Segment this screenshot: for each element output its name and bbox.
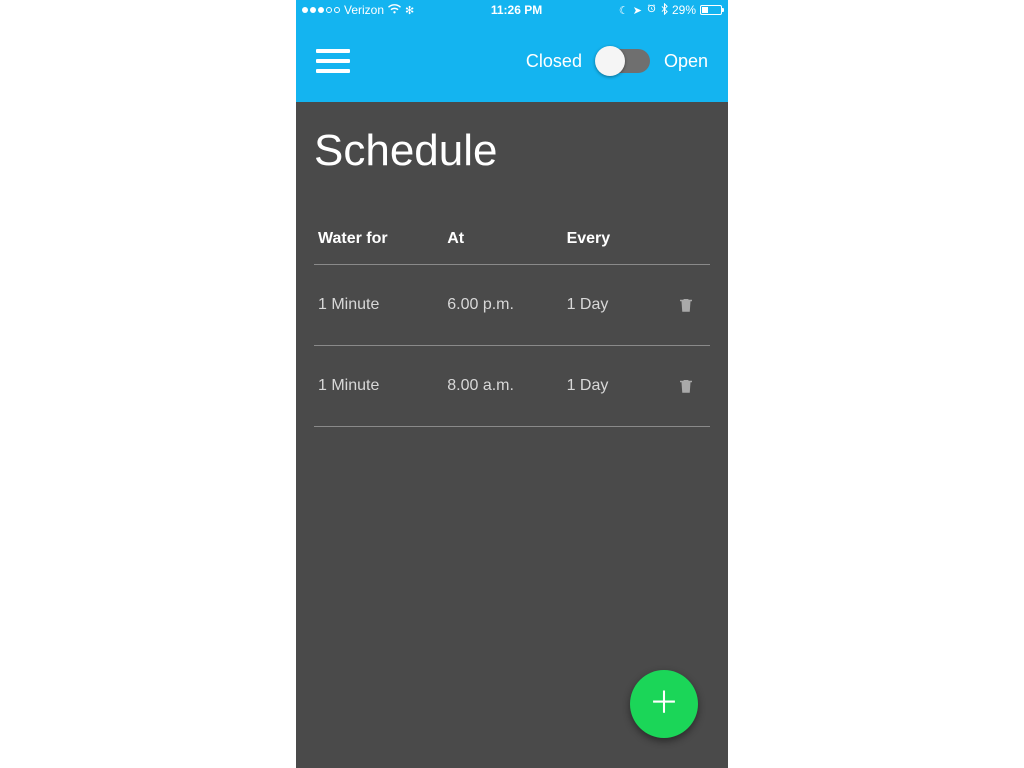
phone-frame: Verizon ✻ 11:26 PM ☾ ➤ 29% Closed [296, 0, 728, 768]
delete-icon[interactable] [666, 376, 706, 396]
wifi-icon [388, 4, 401, 17]
add-schedule-button[interactable]: ＋ [630, 670, 698, 738]
bluetooth-icon [661, 3, 668, 18]
cell-water-for: 1 Minute [318, 377, 447, 395]
cell-every: 1 Day [567, 377, 666, 395]
table-header-row: Water for At Every [314, 226, 710, 265]
table-row[interactable]: 1 Minute 6.00 p.m. 1 Day [314, 265, 710, 346]
col-header-water-for: Water for [318, 230, 447, 248]
schedule-table: Water for At Every 1 Minute 6.00 p.m. 1 … [314, 226, 710, 427]
plus-icon: ＋ [649, 689, 679, 719]
open-label: Open [664, 51, 708, 72]
delete-icon[interactable] [666, 295, 706, 315]
clock-time: 11:26 PM [491, 3, 542, 17]
cell-at: 6.00 p.m. [447, 296, 566, 314]
col-header-at: At [447, 230, 566, 248]
signal-strength-icon [302, 7, 340, 13]
do-not-disturb-icon: ☾ [619, 4, 629, 17]
app-header: Closed Open [296, 20, 728, 102]
cell-at: 8.00 a.m. [447, 377, 566, 395]
carrier-label: Verizon [344, 3, 384, 17]
battery-percent: 29% [672, 3, 696, 17]
battery-icon [700, 5, 722, 15]
menu-icon[interactable] [316, 49, 350, 73]
valve-toggle-group: Closed Open [368, 49, 708, 73]
toggle-knob [595, 46, 625, 76]
table-row[interactable]: 1 Minute 8.00 a.m. 1 Day [314, 346, 710, 427]
closed-label: Closed [526, 51, 582, 72]
location-icon: ➤ [633, 4, 642, 17]
col-header-every: Every [567, 230, 666, 248]
cell-water-for: 1 Minute [318, 296, 447, 314]
ios-status-bar: Verizon ✻ 11:26 PM ☾ ➤ 29% [296, 0, 728, 20]
alarm-icon [646, 3, 657, 17]
content-area: Schedule Water for At Every 1 Minute 6.0… [296, 102, 728, 768]
valve-toggle[interactable] [596, 49, 650, 73]
cell-every: 1 Day [567, 296, 666, 314]
page-title: Schedule [314, 126, 710, 176]
loading-spinner-icon: ✻ [405, 4, 414, 17]
